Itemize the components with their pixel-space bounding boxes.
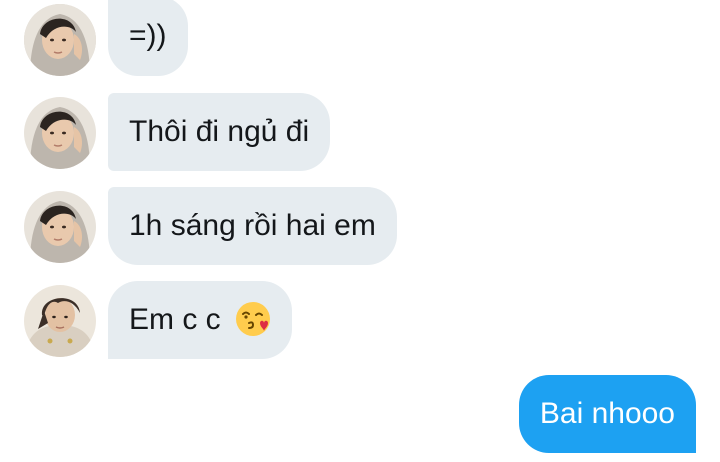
avatar-photo-icon: [24, 97, 96, 169]
message-text: Thôi đi ngủ đi: [129, 115, 310, 148]
avatar[interactable]: [24, 285, 96, 357]
message-text: =)): [129, 19, 167, 52]
message-bubble[interactable]: 1h sáng rồi hai em: [108, 187, 397, 265]
message-text: 1h sáng rồi hai em: [129, 209, 376, 242]
conversation-thread: =)) Thôi đi ngủ đi 1h sáng rồi hai em Em…: [0, 0, 720, 462]
message-bubble[interactable]: =)): [108, 0, 188, 76]
message-row: =)): [0, 0, 720, 78]
message-row: 1h sáng rồi hai em: [0, 187, 720, 265]
message-row: Em c c: [0, 281, 720, 359]
outgoing-message-bubble[interactable]: Bai nhooo: [518, 375, 696, 453]
avatar-photo-icon: [24, 191, 96, 263]
avatar[interactable]: [24, 4, 96, 76]
message-bubble[interactable]: Em c c: [108, 281, 293, 359]
avatar-photo-icon: [24, 4, 96, 76]
avatar[interactable]: [24, 191, 96, 263]
face-blowing-a-kiss-icon: [236, 302, 271, 337]
message-bubble[interactable]: Thôi đi ngủ đi: [108, 93, 331, 171]
message-text: Bai nhooo: [539, 397, 675, 430]
message-row: Thôi đi ngủ đi: [0, 93, 720, 171]
avatar-photo-icon: [24, 285, 96, 357]
message-text: Em c c: [129, 303, 221, 336]
avatar[interactable]: [24, 97, 96, 169]
